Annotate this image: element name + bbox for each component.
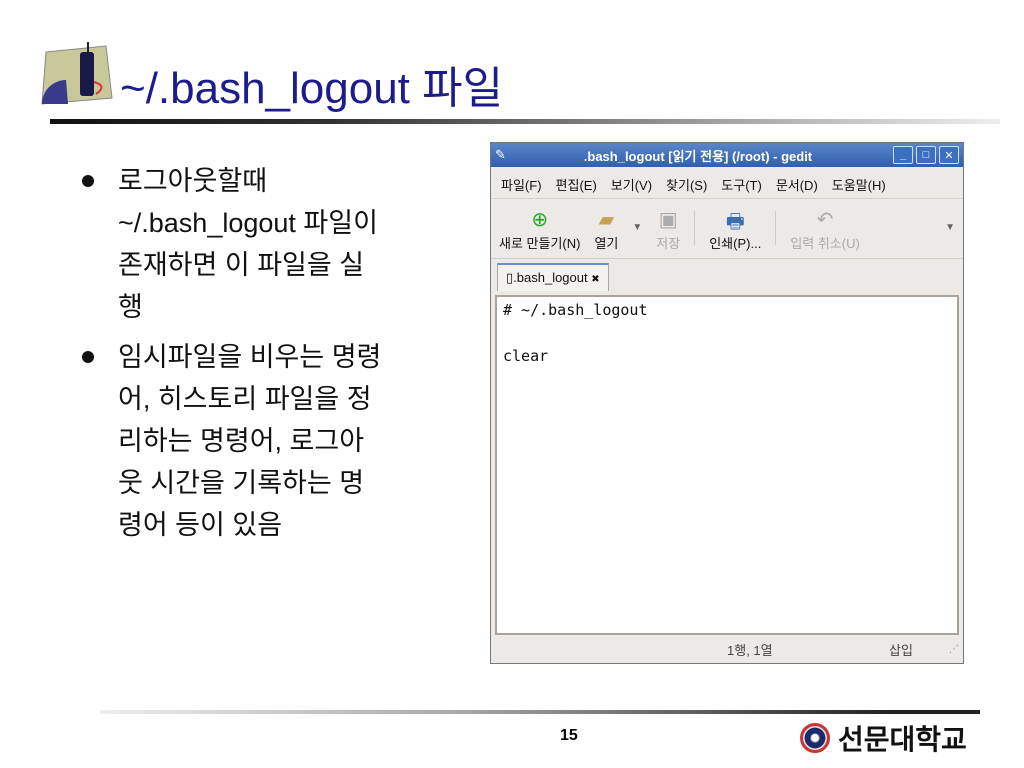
university-seal-icon [800,723,830,753]
bullet-line: 행 [118,292,143,322]
undo-button[interactable]: ↶ 입력 취소(U) [790,207,860,252]
toolbar-overflow-icon[interactable]: ▼ [945,222,955,233]
menu-search[interactable]: 찾기(S) [666,175,707,193]
status-bar: 1행, 1열 삽입 ⋰ [491,635,963,663]
close-button[interactable]: ✕ [939,146,959,164]
new-document-icon: ⊕ [531,209,549,231]
folder-icon: ▰ [598,209,615,231]
menu-tools[interactable]: 도구(T) [721,175,762,193]
university-logo: 선문대학교 [800,718,967,758]
save-label: 저장 [656,236,681,251]
undo-icon: ↶ [816,209,834,231]
floppy-icon: ▣ [658,209,678,231]
tab-close-icon[interactable]: ✖ [591,274,599,285]
menu-help[interactable]: 도움말(H) [832,175,886,193]
bullet-item: 로그아웃할때 ~/.bash_logout 파일이 존재하면 이 파일을 실 행 [80,160,480,328]
gedit-window: ✎ .bash_logout [읽기 전용] (/root) - gedit _… [490,142,964,664]
save-button[interactable]: ▣ 저장 [656,207,680,252]
tab-label: .bash_logout [513,270,588,285]
cursor-position: 1행, 1열 [727,642,773,658]
minimize-button[interactable]: _ [893,146,913,164]
resize-grip-icon[interactable]: ⋰ [949,644,959,655]
tab-bash-logout[interactable]: ▯.bash_logout ✖ [497,263,609,291]
bullet-line: 어, 히스토리 파일을 정 [118,384,372,414]
toolbar-separator [775,210,777,245]
print-button[interactable]: 🖶 인쇄(P)... [709,207,761,252]
open-label: 열기 [594,236,619,251]
open-button[interactable]: ▰ 열기 [594,207,618,252]
page-title: ~/.bash_logout 파일 [120,64,504,113]
bullet-dot-icon [82,351,94,363]
menu-view[interactable]: 보기(V) [611,175,652,193]
toolbar-separator [694,210,696,245]
bullet-line: 존재하면 이 파일을 실 [118,250,365,280]
bullet-line: 로그아웃할때 [118,166,268,196]
bullet-line: 령어 등이 있음 [118,510,283,540]
menu-bar: 파일(F) 편집(E) 보기(V) 찾기(S) 도구(T) 문서(D) 도움말(… [491,167,963,199]
new-label: 새로 만들기(N) [499,236,581,251]
bullet-line: ~/.bash_logout 파일이 [118,208,378,238]
page-number: 15 [560,727,578,744]
text-editor[interactable]: # ~/.bash_logout clear [495,295,959,635]
menu-edit[interactable]: 편집(E) [556,175,597,193]
toolbar: ⊕ 새로 만들기(N) ▰ 열기 ▼ ▣ 저장 🖶 인쇄(P)... ↶ 입력 취소(U)… [491,199,963,259]
bullet-line: 리하는 명령어, 로그아 [118,426,365,456]
bullet-line: 웃 시간을 기록하는 명 [118,468,365,498]
tab-bar: ▯.bash_logout ✖ [491,259,963,293]
bullet-line: 임시파일을 비우는 명령 [118,342,382,372]
bullet-list: 로그아웃할때 ~/.bash_logout 파일이 존재하면 이 파일을 실 행… [80,160,480,554]
insert-mode: 삽입 [889,642,913,658]
title-divider [50,119,1000,124]
print-label: 인쇄(P)... [709,236,762,251]
notepad-icon: ✎ [495,147,506,162]
bullet-item: 임시파일을 비우는 명령 어, 히스토리 파일을 정 리하는 명령어, 로그아 … [80,336,480,546]
menu-file[interactable]: 파일(F) [501,175,542,193]
undo-label: 입력 취소(U) [790,236,860,251]
footer-divider [100,710,980,714]
logo-text: 선문대학교 [838,724,967,755]
window-titlebar[interactable]: ✎ .bash_logout [읽기 전용] (/root) - gedit _… [491,143,963,167]
window-title: .bash_logout [읽기 전용] (/root) - gedit [583,148,813,164]
bullet-dot-icon [82,175,94,187]
printer-icon: 🖶 [725,211,745,233]
new-button[interactable]: ⊕ 새로 만들기(N) [499,207,580,252]
maximize-button[interactable]: □ [916,146,936,164]
open-dropdown-icon[interactable]: ▼ [632,222,642,233]
menu-documents[interactable]: 문서(D) [776,175,818,193]
clipart-phone-globe [36,42,120,108]
